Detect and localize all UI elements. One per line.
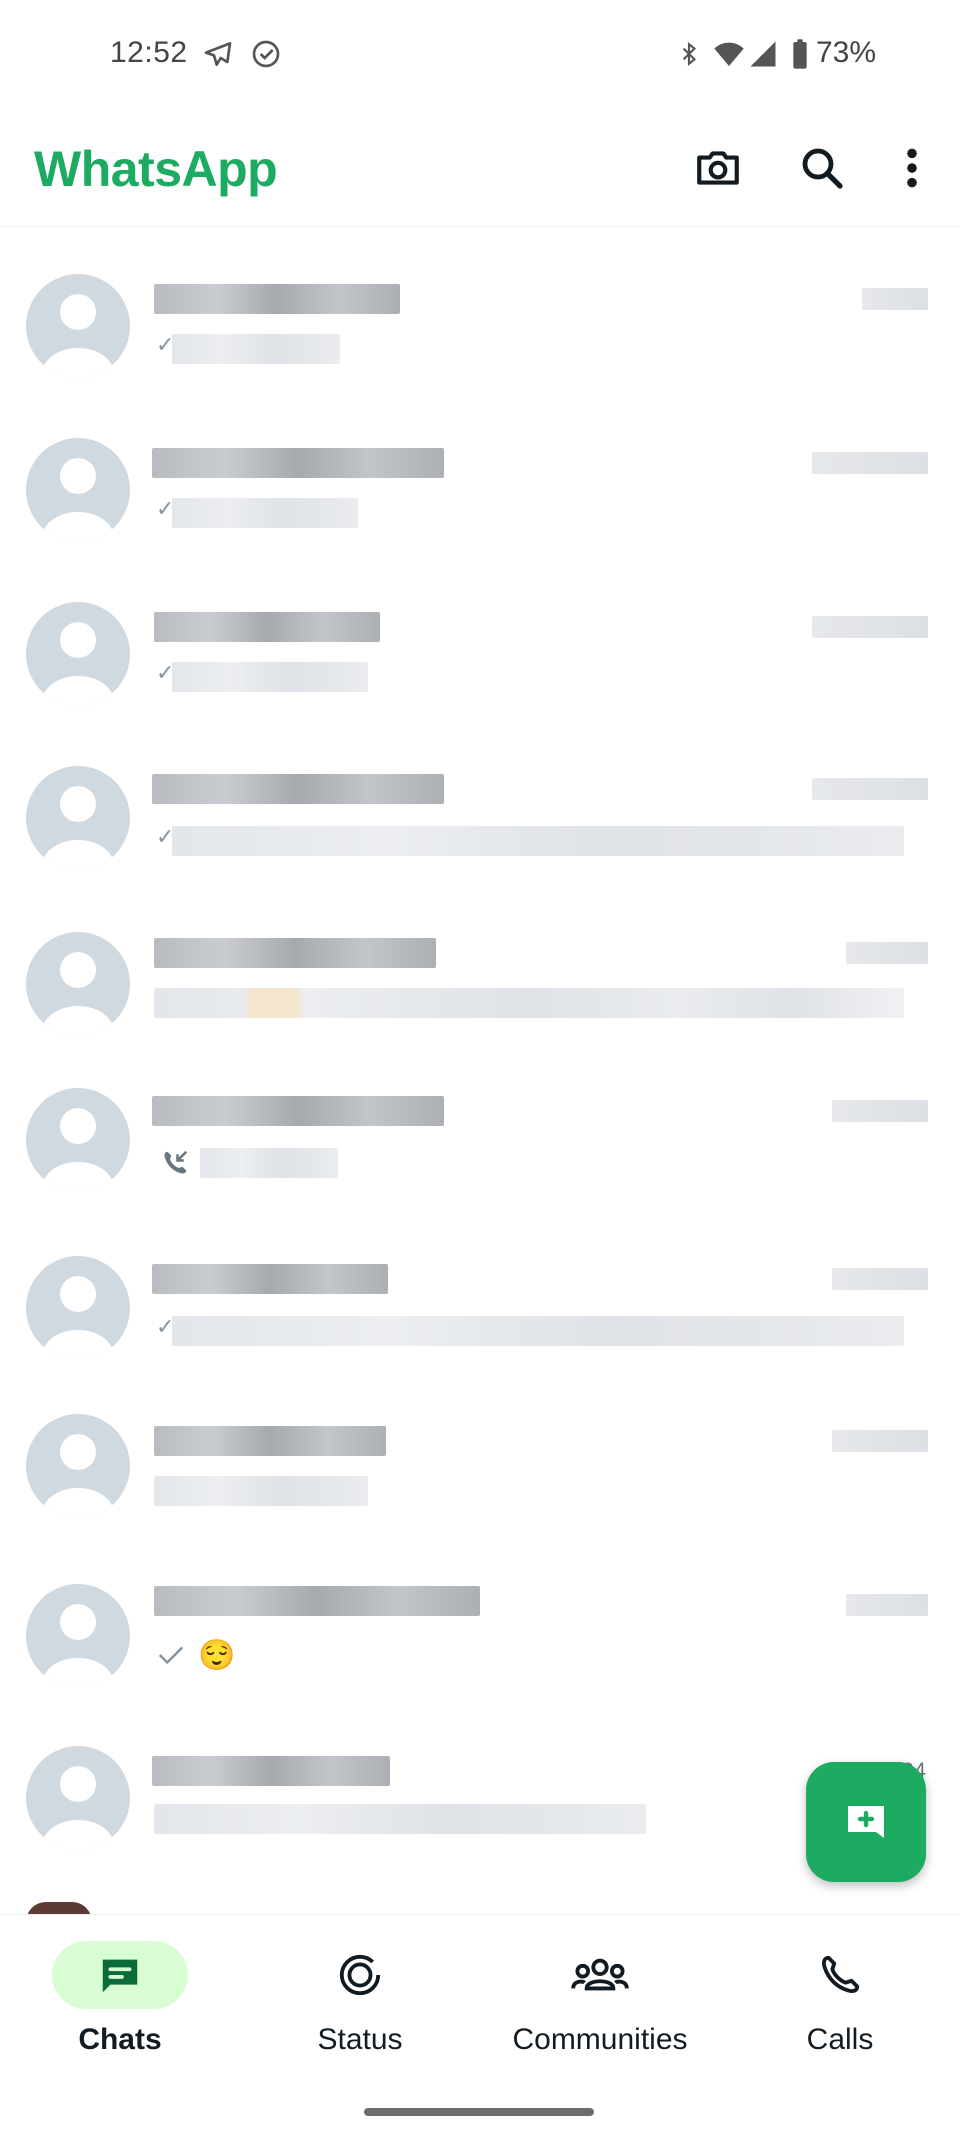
wifi-icon — [712, 38, 746, 75]
bluetooth-icon — [676, 38, 702, 75]
message-preview-redacted — [154, 1476, 368, 1506]
more-options-button[interactable] — [880, 136, 944, 200]
new-chat-button[interactable] — [806, 1762, 926, 1882]
active-indicator — [52, 1941, 188, 2009]
avatar — [26, 274, 130, 378]
message-preview-redacted — [172, 662, 368, 692]
timestamp-redacted — [832, 1100, 928, 1122]
avatar — [26, 1088, 130, 1192]
chat-row[interactable]: ✓ — [0, 766, 960, 906]
tab-calls[interactable]: Calls — [720, 1941, 960, 2081]
tab-label: Status — [317, 2023, 403, 2056]
nav-icon-wrap — [532, 1941, 668, 2009]
avatar — [26, 1584, 130, 1688]
tab-chats[interactable]: Chats — [0, 1941, 240, 2081]
signal-icon — [748, 38, 778, 75]
contact-name-redacted — [154, 612, 380, 642]
tab-label: Calls — [806, 2023, 874, 2056]
message-preview-redacted — [172, 498, 358, 528]
phone-icon — [822, 1955, 860, 1993]
timestamp-redacted — [812, 778, 928, 800]
contact-name-redacted — [154, 1586, 480, 1616]
nav-icon-wrap — [772, 1941, 908, 2009]
tab-label: Chats — [78, 2023, 162, 2056]
avatar — [26, 438, 130, 542]
communities-icon — [571, 1958, 629, 1991]
nav-icon-wrap — [292, 1941, 428, 2009]
app-title: WhatsApp — [34, 141, 278, 197]
chats-icon — [102, 1959, 138, 1993]
contact-name-redacted — [154, 1426, 386, 1456]
contact-name-redacted — [152, 1096, 444, 1126]
contact-name-redacted — [154, 938, 436, 968]
contact-name-redacted — [152, 1756, 390, 1786]
contact-name-redacted — [152, 774, 444, 804]
message-preview-redacted — [172, 1316, 904, 1346]
chat-row[interactable]: ✓ — [0, 438, 960, 578]
timestamp-redacted — [862, 288, 928, 310]
battery-percentage: 73% — [815, 36, 876, 69]
message-preview-redacted — [154, 988, 904, 1018]
avatar — [26, 1256, 130, 1360]
avatar — [26, 1414, 130, 1518]
tab-label: Communities — [512, 2023, 688, 2056]
status-bar: 12:52 73% — [0, 0, 960, 110]
chat-row[interactable] — [0, 1088, 960, 1228]
chat-row[interactable]: ✓ — [0, 274, 960, 414]
status-time: 12:52 — [110, 36, 188, 69]
message-preview-redacted — [154, 1804, 646, 1834]
telegram-icon — [202, 38, 234, 75]
contact-name-redacted — [152, 1264, 388, 1294]
search-icon — [802, 148, 843, 189]
timestamp-redacted — [832, 1430, 928, 1452]
battery-icon — [790, 38, 810, 75]
chat-row[interactable] — [0, 932, 960, 1072]
chat-row[interactable]: 😌 — [0, 1584, 960, 1724]
timestamp-redacted — [846, 1594, 928, 1616]
timestamp-redacted — [812, 616, 928, 638]
tab-status[interactable]: Status — [240, 1941, 480, 2081]
timestamp-redacted — [832, 1268, 928, 1290]
preview-emoji: 😌 — [198, 1639, 236, 1672]
search-button[interactable] — [790, 136, 854, 200]
check-circle-icon — [250, 38, 282, 75]
message-preview-redacted — [172, 826, 904, 856]
avatar — [26, 602, 130, 706]
missed-call-icon — [160, 1148, 190, 1183]
timestamp-redacted — [846, 942, 928, 964]
contact-name-redacted — [152, 448, 444, 478]
more-vert-icon — [907, 148, 917, 188]
avatar — [26, 766, 130, 870]
tab-communities[interactable]: Communities — [480, 1941, 720, 2081]
contact-name-redacted — [154, 284, 400, 314]
chat-row[interactable] — [0, 1414, 960, 1554]
message-preview-redacted — [172, 334, 340, 364]
status-icon — [339, 1954, 381, 1996]
message-preview-redacted — [200, 1148, 338, 1178]
chat-row[interactable]: ✓ — [0, 602, 960, 742]
home-indicator[interactable] — [364, 2108, 594, 2116]
camera-button[interactable] — [686, 136, 750, 200]
app-bar: WhatsApp — [0, 110, 960, 227]
avatar — [26, 932, 130, 1036]
double-tick-icon — [156, 1640, 186, 1675]
timestamp-redacted — [812, 452, 928, 474]
new-chat-icon — [848, 1806, 884, 1838]
avatar — [26, 1746, 130, 1850]
chat-row[interactable]: ✓ — [0, 1256, 960, 1396]
bottom-navigation: Chats Status Communities Calls — [0, 1914, 960, 2138]
camera-icon — [697, 151, 739, 185]
